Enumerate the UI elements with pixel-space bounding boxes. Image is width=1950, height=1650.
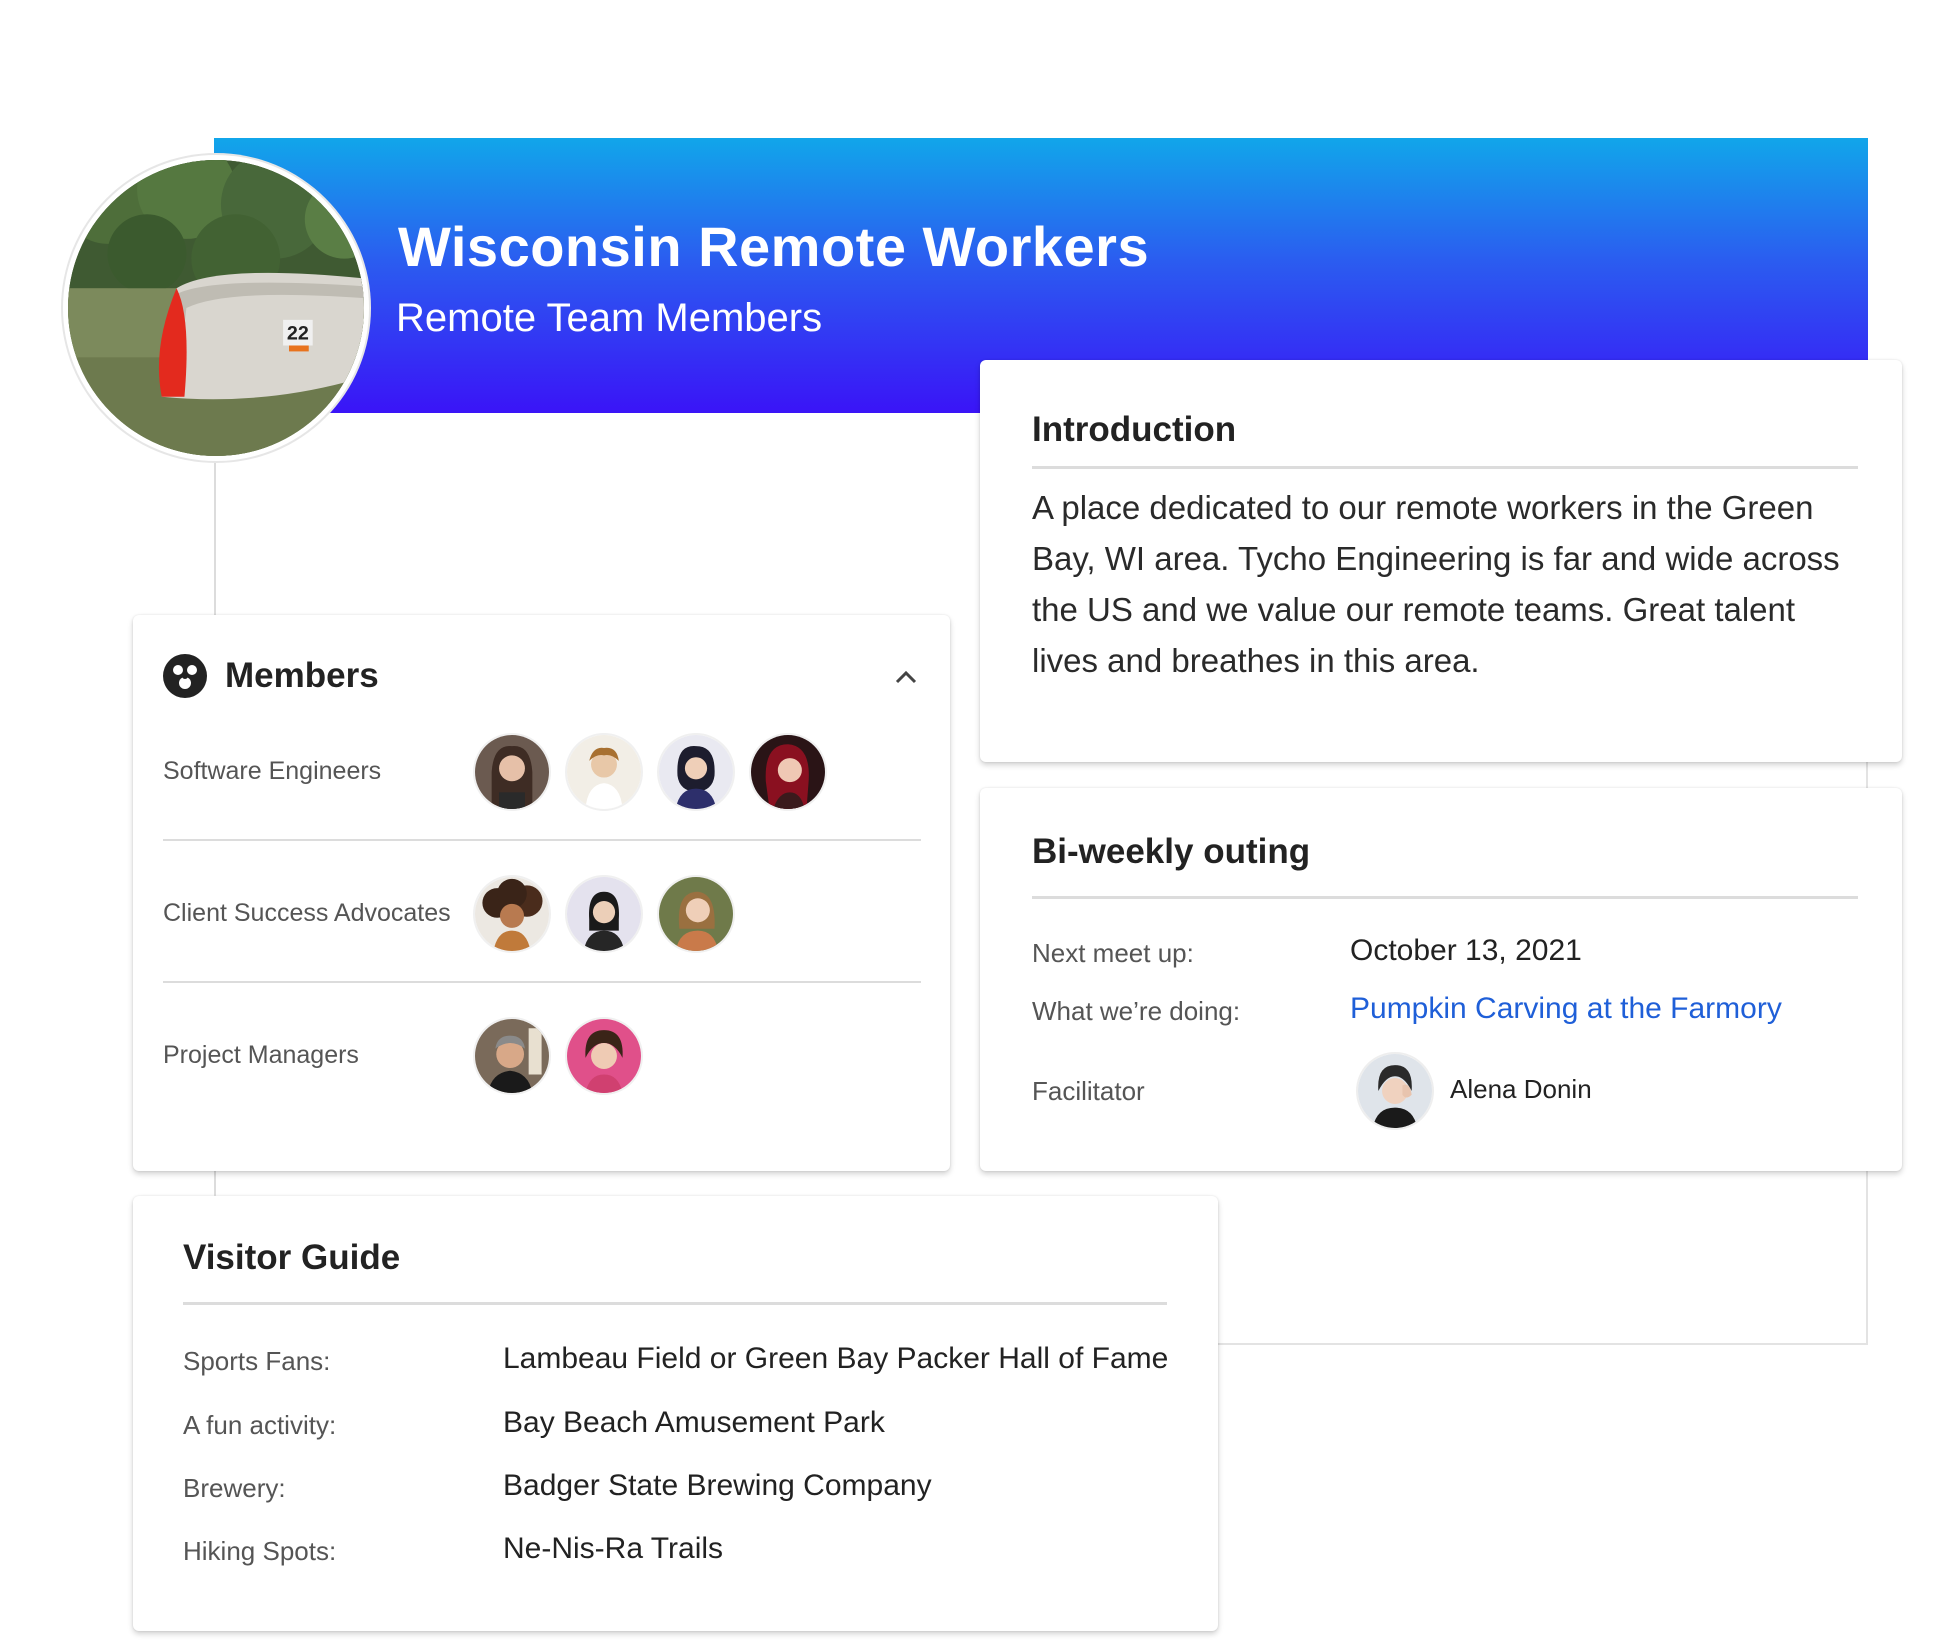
avatar[interactable]: [565, 1017, 643, 1095]
guide-row-label: Sports Fans:: [183, 1346, 331, 1376]
group-title: Wisconsin Remote Workers: [398, 215, 1150, 278]
member-group-row: Client Success Advocates: [163, 843, 921, 983]
avatar[interactable]: [473, 1017, 551, 1095]
member-group-label: Client Success Advocates: [163, 898, 451, 927]
canoe-lake-photo-icon: 22: [68, 160, 364, 456]
facilitator-label: Facilitator: [1032, 1076, 1145, 1106]
avatar[interactable]: [565, 875, 643, 953]
member-avatars: [473, 1017, 657, 1095]
avatar[interactable]: [473, 875, 551, 953]
introduction-body: A place dedicated to our remote workers …: [1032, 489, 1840, 679]
avatar[interactable]: [565, 733, 643, 811]
next-meetup-label: Next meet up:: [1032, 938, 1194, 968]
introduction-card: Introduction A place dedicated to our re…: [980, 360, 1902, 762]
members-card: Members Software Engineers Client Succes…: [133, 615, 950, 1171]
divider: [163, 839, 921, 841]
group-avatar[interactable]: 22: [63, 155, 369, 461]
activity-label: What we’re doing:: [1032, 996, 1241, 1026]
avatar[interactable]: [749, 733, 827, 811]
avatar[interactable]: [473, 733, 551, 811]
next-meetup-value: October 13, 2021: [1350, 934, 1582, 967]
avatar[interactable]: [657, 875, 735, 953]
visitor-guide-title: Visitor Guide: [183, 1238, 401, 1277]
group-subtitle: Remote Team Members: [396, 296, 823, 340]
member-avatars: [473, 875, 749, 953]
divider: [163, 981, 921, 983]
canoe-number: 22: [287, 323, 309, 345]
guide-row-label: Hiking Spots:: [183, 1536, 337, 1566]
guide-row-label: Brewery:: [183, 1473, 286, 1503]
member-group-row: Project Managers: [163, 985, 921, 1125]
members-group-icon: [163, 654, 207, 698]
outing-card: Bi-weekly outing Next meet up: October 1…: [980, 788, 1902, 1171]
guide-row-value: Bay Beach Amusement Park: [503, 1406, 885, 1439]
facilitator-name[interactable]: Alena Donin: [1450, 1074, 1592, 1105]
member-group-label: Software Engineers: [163, 756, 382, 785]
introduction-title: Introduction: [1032, 410, 1237, 449]
facilitator-avatar[interactable]: [1356, 1052, 1434, 1130]
member-group-row: Software Engineers: [163, 701, 921, 841]
guide-row-value: Badger State Brewing Company: [503, 1469, 932, 1502]
guide-row-label: A fun activity:: [183, 1410, 337, 1440]
page: Wisconsin Remote Workers Remote Team Mem…: [0, 0, 1950, 1650]
avatar[interactable]: [657, 733, 735, 811]
activity-link[interactable]: Pumpkin Carving at the Farmory: [1350, 992, 1782, 1026]
divider: [1032, 466, 1858, 469]
chevron-up-icon[interactable]: [892, 663, 920, 691]
guide-row-value: Lambeau Field or Green Bay Packer Hall o…: [503, 1342, 1169, 1375]
divider: [183, 1302, 1167, 1305]
guide-row-value: Ne-Nis-Ra Trails: [503, 1532, 724, 1565]
member-group-label: Project Managers: [163, 1040, 359, 1069]
members-header: Members: [163, 651, 379, 701]
members-title: Members: [225, 656, 379, 695]
member-avatars: [473, 733, 841, 811]
divider: [1032, 896, 1858, 899]
outing-title: Bi-weekly outing: [1032, 832, 1311, 871]
visitor-guide-card: Visitor Guide Sports Fans: Lambeau Field…: [133, 1196, 1218, 1631]
